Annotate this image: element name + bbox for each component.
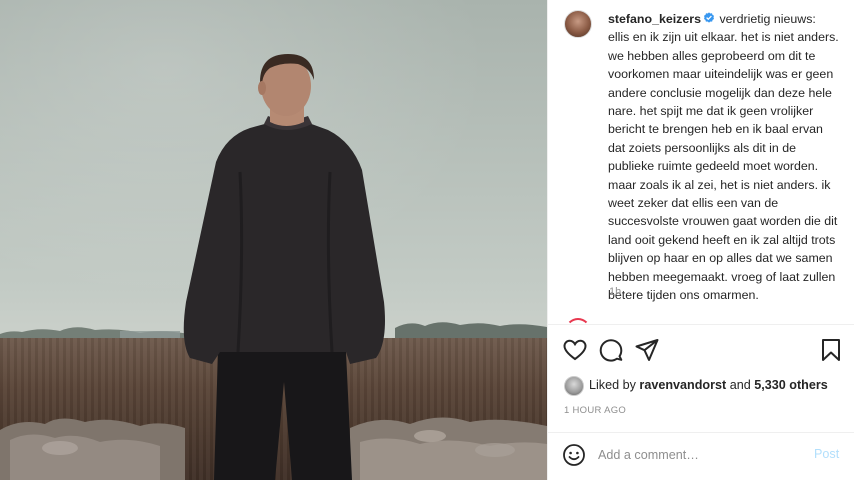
caption-area: stefano_keizers verdrietig nieuws: ellis… <box>548 0 854 322</box>
author-username[interactable]: stefano_keizers <box>608 12 701 26</box>
post-caption: stefano_keizers verdrietig nieuws: ellis… <box>608 10 840 305</box>
caption-timestamp[interactable]: 1h <box>609 286 621 298</box>
bookmark-icon <box>822 339 840 361</box>
comment-input[interactable] <box>598 445 798 465</box>
caption-text: verdrietig nieuws: ellis en ik zijn uit … <box>608 12 839 303</box>
comment-bar: Post <box>548 433 854 480</box>
action-bar <box>548 330 854 370</box>
like-button[interactable] <box>562 337 588 363</box>
liker-username[interactable]: ravenvandorst <box>639 378 726 392</box>
paper-plane-icon <box>635 339 659 361</box>
save-button[interactable] <box>818 337 844 363</box>
divider <box>548 324 854 325</box>
verified-badge-icon <box>703 12 714 23</box>
emoji-icon[interactable] <box>562 443 586 467</box>
comment-bubble-icon <box>599 339 623 362</box>
likes-prefix: Liked by <box>589 378 636 392</box>
likes-joiner: and <box>729 378 751 392</box>
share-button[interactable] <box>634 337 660 363</box>
man-standing-figure <box>183 54 385 480</box>
post-comment-button[interactable]: Post <box>814 447 839 461</box>
heart-icon <box>563 339 587 361</box>
liker-avatar[interactable] <box>564 376 584 396</box>
post-side-panel: stefano_keizers verdrietig nieuws: ellis… <box>547 0 854 480</box>
post-photo[interactable] <box>0 0 547 480</box>
comment-button[interactable] <box>598 337 624 363</box>
likes-others-link[interactable]: 5,330 others <box>754 378 828 392</box>
author-avatar[interactable] <box>564 10 592 38</box>
post-timestamp[interactable]: 1 HOUR AGO <box>564 405 626 416</box>
likes-summary: Liked by ravenvandorst and 5,330 others <box>564 374 854 398</box>
